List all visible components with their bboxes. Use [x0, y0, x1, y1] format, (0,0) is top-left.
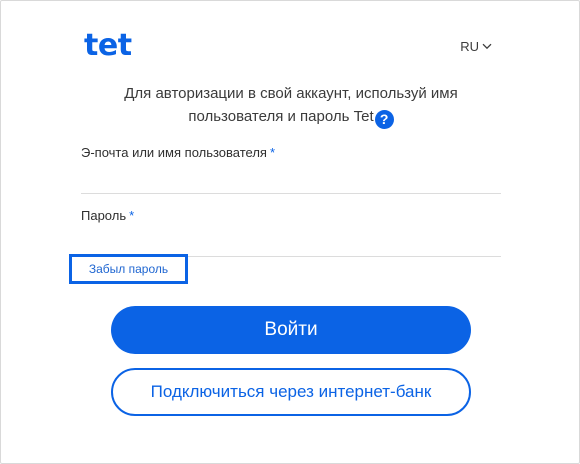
username-input[interactable] [81, 172, 501, 194]
required-mark: * [129, 208, 135, 223]
help-icon[interactable]: ? [374, 110, 394, 129]
password-label-row: Пароль * [81, 208, 501, 223]
language-selector[interactable]: RU [460, 39, 492, 54]
password-label: Пароль [81, 208, 127, 223]
required-mark: * [269, 145, 276, 160]
forgot-password-link[interactable]: Забыл пароль [69, 254, 188, 284]
chevron-down-icon [482, 43, 492, 50]
bank-login-button[interactable]: Подключиться через интернет-банк [111, 368, 471, 416]
intro-text: Для авторизации в свой аккаунт, использу… [124, 85, 458, 125]
password-field: Пароль * [81, 208, 501, 257]
intro-text-block: Для авторизации в свой аккаунт, использу… [96, 82, 486, 129]
username-label: Э-почта или имя пользователя [81, 145, 267, 160]
username-label-row: Э-почта или имя пользователя * [81, 145, 501, 160]
tet-logo: tet [84, 28, 132, 63]
language-label: RU [460, 39, 479, 54]
login-button[interactable]: Войти [111, 306, 471, 354]
login-panel: tet RU Для авторизации в свой аккаунт, и… [0, 0, 580, 464]
username-field: Э-почта или имя пользователя * [81, 145, 501, 194]
